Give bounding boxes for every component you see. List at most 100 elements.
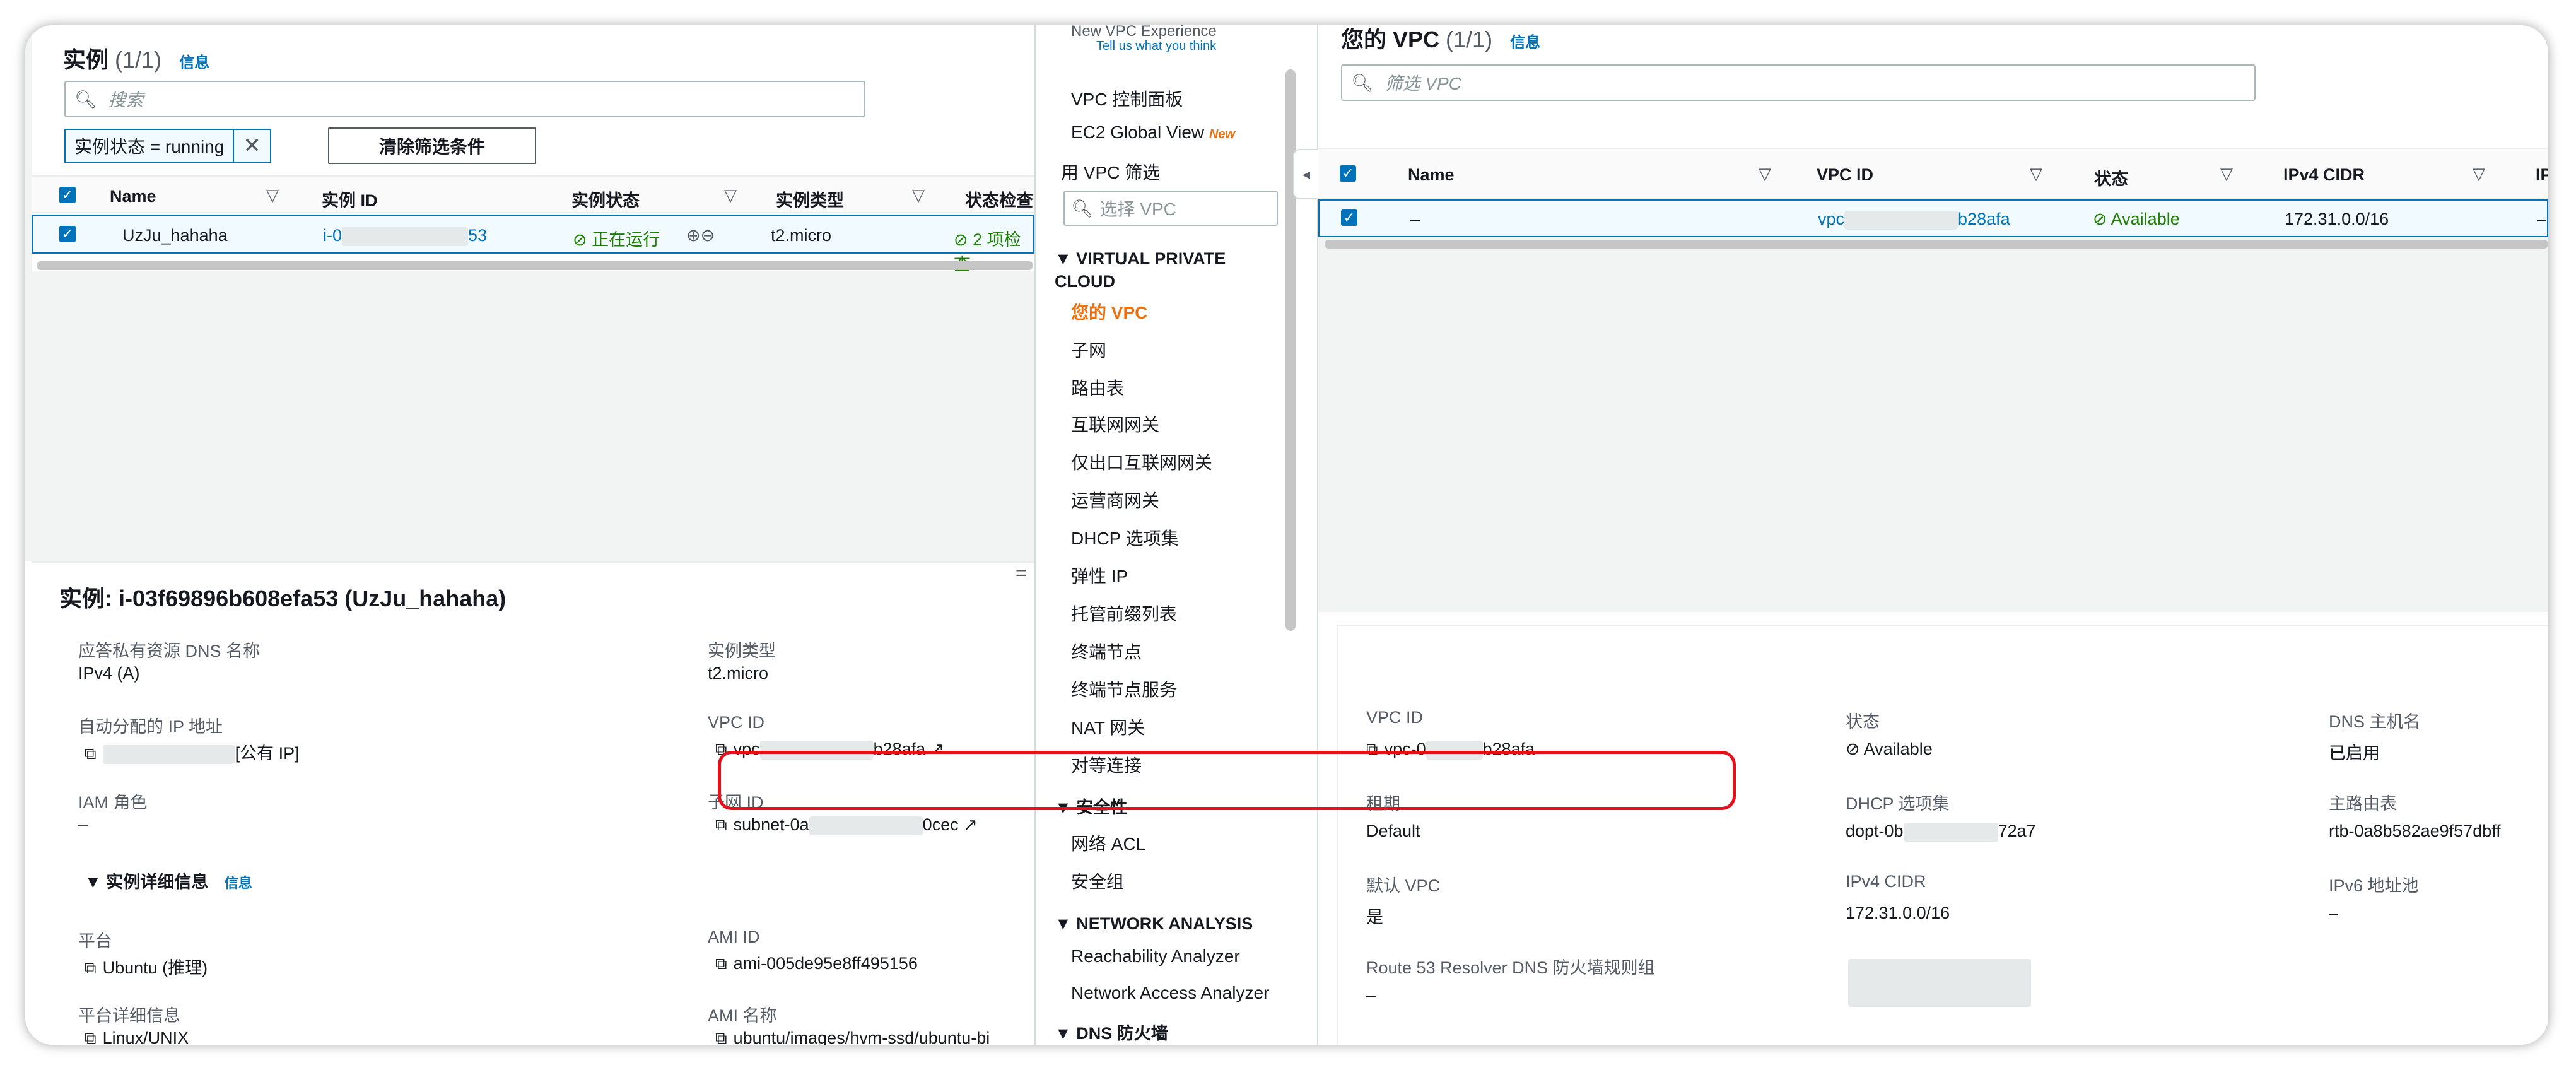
instance-details-section-toggle[interactable]: ▼ 实例详细信息 信息	[85, 868, 252, 893]
state-label: 状态	[1846, 712, 1880, 731]
column-status-check[interactable]: 状态检查	[965, 187, 1033, 211]
screenshot-frame: 实例 (1/1) 信息 🔍︎ 搜索 实例状态 = running ✕ 清除筛选条…	[25, 25, 2548, 1045]
route53-firewall-label: Route 53 Resolver DNS 防火墙规则组	[1366, 958, 1655, 977]
ipv4-cidr-label: IPv4 CIDR	[1846, 872, 1926, 891]
section-title: 实例详细信息	[106, 873, 209, 891]
sort-icon[interactable]: ▽	[2473, 164, 2485, 184]
nav-network-access-analyzer[interactable]: Network Access Analyzer	[1071, 983, 1269, 1003]
section-info-link[interactable]: 信息	[225, 875, 252, 891]
column-name[interactable]: Name	[1408, 165, 1455, 185]
row-state-label: 正在运行	[592, 230, 660, 249]
select-all-checkbox[interactable]: ✓	[59, 187, 76, 203]
column-vpc-id[interactable]: VPC ID	[1817, 165, 1873, 185]
sort-icon[interactable]: ▽	[266, 185, 279, 205]
filter-token[interactable]: 实例状态 = running ✕	[64, 129, 271, 163]
close-icon[interactable]: ✕	[234, 133, 270, 158]
nav-internet-gateways[interactable]: 互联网网关	[1071, 411, 1159, 437]
nav-security-groups[interactable]: 安全组	[1071, 868, 1124, 893]
main-route-table-label: 主路由表	[2329, 794, 2397, 813]
copy-icon[interactable]: ⧉	[715, 1028, 727, 1045]
nav-managed-prefix-lists[interactable]: 托管前缀列表	[1071, 601, 1177, 626]
nav-egress-only-gateways[interactable]: 仅出口互联网网关	[1071, 449, 1212, 474]
column-instance-id[interactable]: 实例 ID	[322, 187, 378, 211]
nav-group-dns-firewall[interactable]: ▼ DNS 防火墙	[1055, 1022, 1168, 1045]
vpc-info-link[interactable]: 信息	[1510, 34, 1540, 51]
column-state[interactable]: 状态	[2094, 165, 2128, 190]
nav-group-vpc[interactable]: ▼ VIRTUAL PRIVATE CLOUD	[1055, 247, 1269, 293]
nav-ec2-global-view[interactable]: EC2 Global View New	[1071, 122, 1235, 143]
state-text: Available	[1863, 739, 1933, 758]
row-checkbox[interactable]: ✓	[59, 226, 76, 242]
instance-search-input[interactable]: 🔍︎ 搜索	[64, 81, 865, 117]
copy-icon[interactable]: ⧉	[715, 954, 727, 973]
column-name[interactable]: Name	[110, 187, 156, 206]
external-link-icon[interactable]: ↗	[963, 815, 978, 834]
nav-group-network-analysis[interactable]: ▼ NETWORK ANALYSIS	[1055, 912, 1253, 935]
copy-icon[interactable]: ⧉	[715, 815, 727, 834]
sort-icon[interactable]: ▽	[2030, 164, 2042, 184]
nav-carrier-gateways[interactable]: 运营商网关	[1071, 487, 1159, 512]
dhcp-label: DHCP 选项集	[1846, 794, 1950, 813]
ami-id-link[interactable]: ⧉ ami-005de95e8ff495156	[715, 954, 918, 974]
row-vpc-id[interactable]: vpc b28afa	[1818, 209, 2010, 230]
public-ip-label: 自动分配的 IP 地址	[78, 717, 223, 736]
nav-network-acls[interactable]: 网络 ACL	[1071, 830, 1145, 855]
nav-nat-gateways[interactable]: NAT 网关	[1071, 714, 1145, 739]
sort-icon[interactable]: ▽	[1759, 164, 1771, 184]
check-circle-icon: ⊘	[954, 230, 968, 249]
column-instance-type[interactable]: 实例类型	[776, 187, 844, 211]
column-ipv4-cidr[interactable]: IPv4 CIDR	[2283, 165, 2365, 185]
nav-endpoints[interactable]: 终端节点	[1071, 638, 1142, 664]
caret-down-icon: ▼	[85, 873, 102, 891]
sort-icon[interactable]: ▽	[2220, 164, 2233, 184]
nav-elastic-ips[interactable]: 弹性 IP	[1071, 563, 1128, 588]
nav-endpoint-services[interactable]: 终端节点服务	[1071, 676, 1177, 702]
copy-icon[interactable]: ⧉	[85, 958, 97, 977]
caret-down-icon: ▼	[1055, 1024, 1072, 1043]
nav-filter-label: 用 VPC 筛选	[1061, 163, 1161, 182]
clear-filters-button[interactable]: 清除筛选条件	[328, 127, 536, 164]
vpc-id-suffix: b28afa	[1958, 209, 2010, 228]
row-instance-id[interactable]: i-0 53	[323, 226, 487, 246]
select-all-checkbox[interactable]: ✓	[1340, 165, 1356, 182]
subnet-link[interactable]: ⧉ subnet-0a 0cec ↗	[715, 815, 978, 835]
horizontal-scrollbar[interactable]	[37, 261, 1033, 270]
vpc-title: 您的 VPC	[1341, 26, 1440, 52]
vpc-filter-select[interactable]: 🔍︎ 选择 VPC	[1063, 191, 1278, 226]
vpc-heading: 您的 VPC (1/1) 信息	[1341, 25, 1540, 54]
sort-icon[interactable]: ▽	[912, 185, 925, 205]
nav-reachability-analyzer[interactable]: Reachability Analyzer	[1071, 946, 1240, 967]
copy-icon[interactable]: ⧉	[85, 744, 97, 763]
instances-info-link[interactable]: 信息	[179, 54, 209, 71]
public-ip-suffix: [公有 IP]	[235, 744, 300, 763]
nav-dhcp-option-sets[interactable]: DHCP 选项集	[1071, 525, 1179, 550]
instance-table-header: ✓ Name ▽ 实例 ID 实例状态 ▽ 实例类型 ▽ 状态检查	[32, 175, 1034, 213]
zoom-icon[interactable]: ⊕⊖	[686, 226, 715, 245]
vpc-list-area: 您的 VPC (1/1) 信息 🔍︎ 筛选 VPC ✓ Name ▽ VPC I…	[1318, 25, 2548, 638]
nav-route-tables[interactable]: 路由表	[1071, 375, 1124, 400]
row-checkbox[interactable]: ✓	[1341, 209, 1357, 226]
subnet-suffix: 0cec	[922, 815, 959, 834]
nav-subnets[interactable]: 子网	[1071, 337, 1106, 362]
table-row[interactable]: ✓ UzJu_hahaha i-0 53 ⊘ 正在运行 ⊕⊖ t2.micro ⊘…	[32, 215, 1034, 274]
nav-group-network-label: NETWORK ANALYSIS	[1076, 914, 1253, 933]
default-vpc-value: 是	[1366, 908, 1383, 927]
copy-icon[interactable]: ⧉	[85, 1028, 97, 1045]
sort-icon[interactable]: ▽	[724, 185, 737, 205]
platform-label: 平台	[78, 932, 112, 951]
feedback-link[interactable]: Tell us what you think	[1096, 39, 1216, 54]
horizontal-scrollbar[interactable]	[1325, 240, 2548, 249]
column-ipv6[interactable]: IPv6	[2536, 165, 2548, 185]
nav-your-vpcs[interactable]: 您的 VPC	[1071, 299, 1147, 324]
collapse-nav-button[interactable]: ◂	[1293, 149, 1318, 199]
table-row[interactable]: ✓ – vpc b28afa ⊘ Available 172.31.0.0/16 …	[1318, 199, 2548, 237]
nav-vpc-dashboard[interactable]: VPC 控制面板	[1071, 86, 1183, 111]
vpc-search-input[interactable]: 🔍︎ 筛选 VPC	[1341, 64, 2256, 101]
instance-id-prefix: i-0	[323, 226, 342, 245]
state-value: ⊘ Available	[1846, 739, 1933, 759]
ami-id-text: ami-005de95e8ff495156	[733, 954, 918, 973]
dhcp-link[interactable]: dopt-0b 72a7	[1846, 821, 2036, 842]
column-instance-state[interactable]: 实例状态	[571, 187, 640, 211]
main-route-table-link[interactable]: rtb-0a8b582ae9f57dbff	[2329, 821, 2501, 841]
resize-handle-icon[interactable]: =	[1016, 563, 1027, 584]
